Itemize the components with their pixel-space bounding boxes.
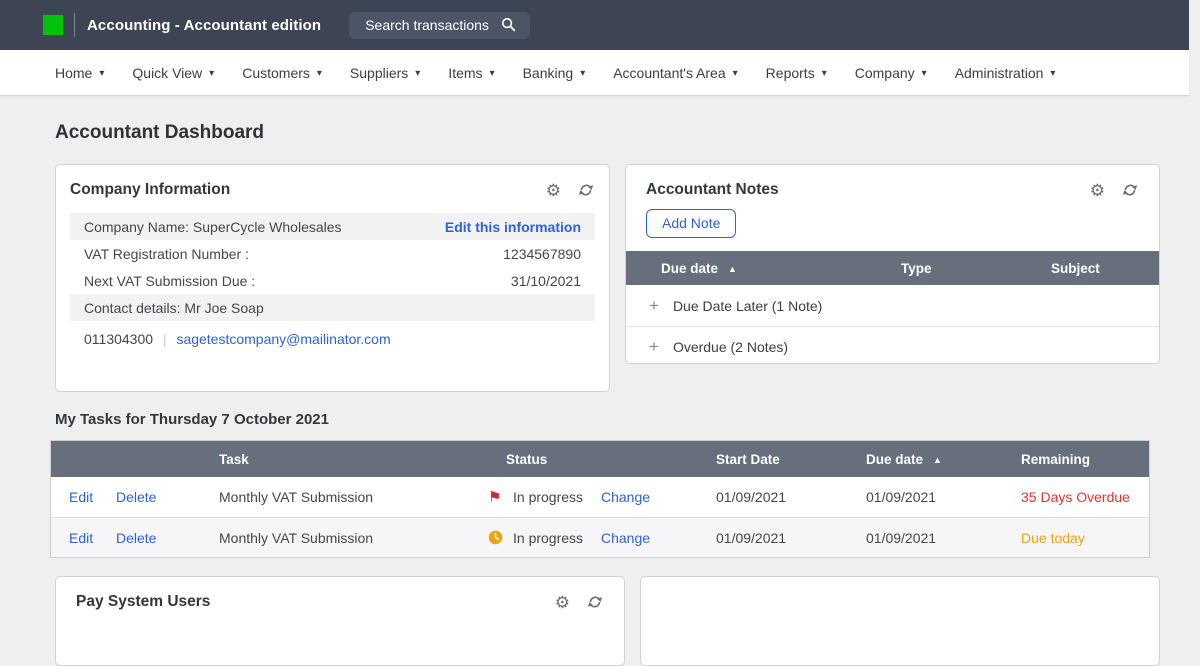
accountant-notes-card: Accountant Notes ⚙ Add Note Due date — [625, 164, 1160, 364]
task-start-date: 01/09/2021 — [716, 489, 866, 505]
topbar-divider — [74, 13, 75, 37]
vat-registration-row: VAT Registration Number : 1234567890 — [70, 240, 595, 267]
nav-item-home[interactable]: Home▾ — [55, 65, 104, 81]
chevron-down-icon: ▾ — [822, 68, 827, 79]
sort-asc-icon: ▲ — [933, 455, 942, 465]
edit-information-link[interactable]: Edit this information — [445, 219, 581, 235]
edit-task-link[interactable]: Edit — [69, 489, 116, 505]
page-title: Accountant Dashboard — [55, 122, 1160, 144]
nav-item-items[interactable]: Items▾ — [448, 65, 494, 81]
nav-item-suppliers[interactable]: Suppliers▾ — [350, 65, 420, 81]
task-due-date: 01/09/2021 — [866, 489, 1021, 505]
chevron-down-icon: ▾ — [922, 68, 927, 79]
vat-registration-value: 1234567890 — [503, 246, 581, 262]
gear-icon[interactable]: ⚙ — [555, 594, 570, 611]
notes-group-overdue[interactable]: + Overdue (2 Notes) — [626, 326, 1159, 364]
bottom-right-card — [640, 576, 1160, 666]
task-start-date: 01/09/2021 — [716, 530, 866, 546]
email-link[interactable]: sagetestcompany@mailinator.com — [176, 331, 390, 347]
edit-task-link[interactable]: Edit — [69, 530, 116, 546]
phone-number: 011304300 — [84, 331, 153, 347]
bottom-left-card-title: Pay System Users — [76, 593, 210, 611]
gear-icon[interactable]: ⚙ — [546, 182, 561, 199]
task-name: Monthly VAT Submission — [219, 530, 488, 546]
company-information-card: Company Information ⚙ Company N — [55, 164, 610, 392]
notes-table-header: Due date▲ Type Subject — [626, 251, 1159, 285]
vat-submission-row: Next VAT Submission Due : 31/10/2021 — [70, 267, 595, 294]
main-nav: Home▾ Quick View▾ Customers▾ Suppliers▾ … — [0, 50, 1189, 96]
notes-group-label: Due Date Later (1 Note) — [673, 298, 822, 314]
due-today-clock-icon — [488, 530, 513, 545]
search-placeholder: Search transactions — [365, 17, 489, 33]
refresh-icon[interactable] — [577, 181, 595, 199]
notes-col-type: Type — [901, 261, 1051, 276]
refresh-icon[interactable] — [1121, 181, 1139, 199]
contact-details-label: Contact details: Mr Joe Soap — [84, 300, 264, 316]
chevron-down-icon: ▾ — [415, 68, 420, 79]
nav-item-company[interactable]: Company▾ — [855, 65, 927, 81]
notes-group-due-date-later[interactable]: + Due Date Later (1 Note) — [626, 285, 1159, 326]
company-information-title: Company Information — [70, 181, 230, 199]
nav-item-administration[interactable]: Administration▾ — [955, 65, 1056, 81]
chevron-down-icon: ▾ — [209, 68, 214, 79]
accountant-notes-title: Accountant Notes — [646, 181, 779, 199]
nav-item-reports[interactable]: Reports▾ — [766, 65, 827, 81]
tasks-table: Task Status Start Date Due date▲ Remaini… — [50, 440, 1150, 558]
search-input[interactable]: Search transactions — [349, 12, 530, 39]
divider: | — [163, 332, 166, 347]
notes-col-due-date[interactable]: Due date▲ — [661, 261, 901, 276]
expand-plus-icon[interactable]: + — [649, 296, 659, 316]
tasks-col-due-date[interactable]: Due date▲ — [866, 452, 1021, 467]
task-due-date: 01/09/2021 — [866, 530, 1021, 546]
brand-logo[interactable] — [43, 15, 63, 35]
refresh-icon[interactable] — [586, 593, 604, 611]
tasks-col-status: Status — [488, 452, 601, 467]
change-status-link[interactable]: Change — [601, 489, 716, 505]
task-status: In progress — [513, 530, 601, 546]
chevron-down-icon: ▾ — [1050, 68, 1055, 79]
tasks-col-task: Task — [219, 452, 488, 467]
chevron-down-icon: ▾ — [99, 68, 104, 79]
search-icon[interactable] — [501, 17, 516, 32]
tasks-section-heading: My Tasks for Thursday 7 October 2021 — [55, 411, 1160, 428]
task-status: In progress — [513, 489, 601, 505]
nav-item-banking[interactable]: Banking▾ — [523, 65, 586, 81]
contact-details-row: Contact details: Mr Joe Soap — [70, 294, 595, 321]
delete-task-link[interactable]: Delete — [116, 489, 219, 505]
change-status-link[interactable]: Change — [601, 530, 716, 546]
chevron-down-icon: ▾ — [490, 68, 495, 79]
tasks-col-start-date: Start Date — [716, 452, 866, 467]
sort-asc-icon: ▲ — [728, 264, 737, 274]
chevron-down-icon: ▾ — [733, 68, 738, 79]
task-row: Edit Delete Monthly VAT Submission ⚑ In … — [51, 477, 1149, 517]
phone-email-row: 011304300 | sagetestcompany@mailinator.c… — [70, 321, 595, 354]
task-remaining: 35 Days Overdue — [1021, 489, 1149, 505]
add-note-button[interactable]: Add Note — [646, 209, 736, 238]
overdue-flag-icon: ⚑ — [488, 490, 513, 505]
top-app-bar: Accounting - Accountant edition Search t… — [0, 0, 1189, 50]
company-name-label: Company Name: SuperCycle Wholesales — [84, 219, 342, 235]
nav-item-quick-view[interactable]: Quick View▾ — [132, 65, 214, 81]
nav-item-accountants-area[interactable]: Accountant's Area▾ — [613, 65, 737, 81]
vat-registration-label: VAT Registration Number : — [84, 246, 249, 262]
tasks-col-remaining: Remaining — [1021, 452, 1149, 467]
app-title: Accounting - Accountant edition — [87, 17, 321, 34]
gear-icon[interactable]: ⚙ — [1090, 182, 1105, 199]
nav-item-customers[interactable]: Customers▾ — [242, 65, 322, 81]
bottom-left-card: Pay System Users ⚙ — [55, 576, 625, 666]
notes-col-subject: Subject — [1051, 261, 1159, 276]
task-name: Monthly VAT Submission — [219, 489, 488, 505]
task-remaining: Due today — [1021, 530, 1149, 546]
chevron-down-icon: ▾ — [317, 68, 322, 79]
expand-plus-icon[interactable]: + — [649, 337, 659, 357]
vat-submission-value: 31/10/2021 — [511, 273, 581, 289]
delete-task-link[interactable]: Delete — [116, 530, 219, 546]
company-name-row: Company Name: SuperCycle Wholesales Edit… — [70, 213, 595, 240]
task-row: Edit Delete Monthly VAT Submission In pr… — [51, 517, 1149, 557]
tasks-table-header: Task Status Start Date Due date▲ Remaini… — [51, 441, 1149, 477]
notes-group-label: Overdue (2 Notes) — [673, 339, 788, 355]
chevron-down-icon: ▾ — [580, 68, 585, 79]
vat-submission-label: Next VAT Submission Due : — [84, 273, 255, 289]
